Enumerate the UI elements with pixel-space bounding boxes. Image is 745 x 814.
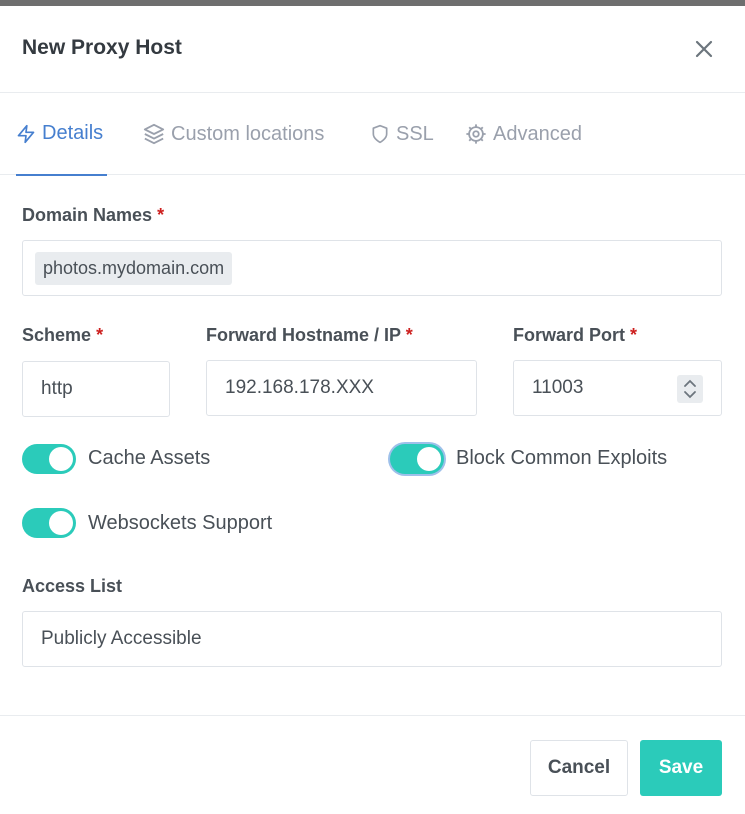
toggle-knob	[49, 511, 73, 535]
forward-hostname-label: Forward Hostname / IP *	[206, 325, 413, 345]
tab-advanced-label: Advanced	[493, 122, 582, 145]
cache-assets-label: Cache Assets	[88, 447, 211, 469]
modal-title: New Proxy Host	[22, 36, 182, 59]
domain-tag[interactable]: photos.mydomain.com	[35, 251, 233, 285]
websockets-label: Websockets Support	[88, 512, 273, 534]
tab-custom-locations[interactable]: Custom locations	[143, 93, 324, 175]
cache-assets-toggle[interactable]	[22, 444, 76, 474]
toggle-knob	[417, 447, 441, 471]
block-exploits-label: Block Common Exploits	[456, 447, 668, 469]
tab-details[interactable]: Details	[16, 93, 107, 176]
scheme-label: Scheme *	[22, 325, 104, 345]
forward-hostname-input[interactable]: 192.168.178.XXX	[206, 360, 477, 416]
tab-bar: Details Custom locations SSL Advanced	[0, 93, 745, 176]
stepper-arrows-icon	[684, 379, 696, 399]
close-icon[interactable]	[693, 38, 715, 60]
cancel-button[interactable]: Cancel	[530, 740, 628, 796]
domain-names-label: Domain Names *	[22, 205, 165, 225]
tab-details-label: Details	[42, 122, 104, 144]
scheme-select[interactable]: http	[22, 361, 170, 417]
lightning-icon	[17, 124, 35, 143]
modal-footer: Cancel Save	[0, 715, 745, 814]
layers-icon	[143, 123, 165, 145]
tab-custom-locations-label: Custom locations	[171, 122, 325, 145]
shield-icon	[372, 124, 388, 144]
toggle-knob	[49, 447, 73, 471]
access-list-label: Access List	[22, 576, 123, 596]
block-exploits-toggle[interactable]	[390, 444, 444, 474]
gear-icon	[466, 124, 486, 144]
port-stepper[interactable]	[677, 375, 703, 403]
domain-names-input[interactable]: photos.mydomain.com	[22, 240, 722, 296]
access-list-select[interactable]: Publicly Accessible	[22, 611, 722, 667]
tab-advanced[interactable]: Advanced	[465, 93, 582, 175]
forward-port-label: Forward Port *	[513, 325, 638, 345]
modal-header: New Proxy Host	[0, 6, 745, 93]
tab-ssl-label: SSL	[396, 122, 434, 145]
websockets-toggle[interactable]	[22, 508, 76, 538]
tab-ssl[interactable]: SSL	[370, 93, 434, 175]
proxy-host-modal: New Proxy Host Details Custom locations	[0, 6, 745, 814]
save-button[interactable]: Save	[640, 740, 722, 796]
forward-port-input[interactable]: 11003	[513, 360, 722, 416]
